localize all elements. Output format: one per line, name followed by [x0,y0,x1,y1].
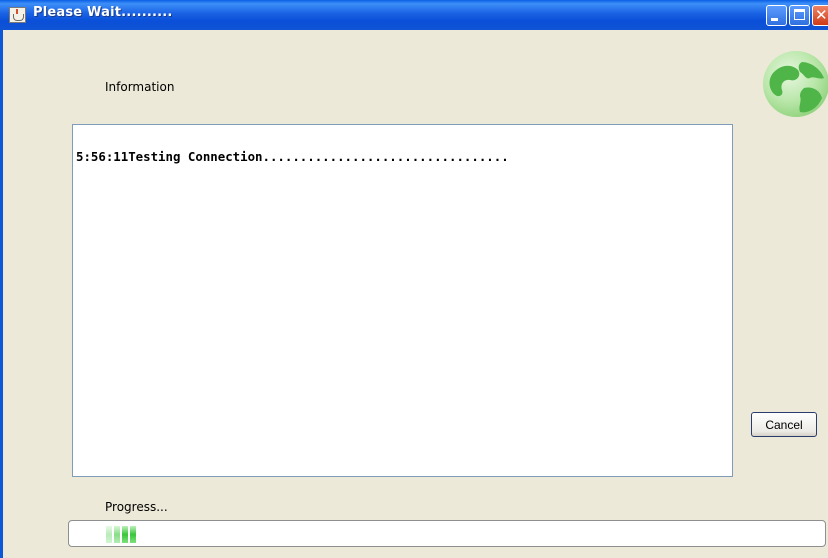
progress-bar [68,520,826,547]
information-label: Information [105,80,175,94]
minimize-icon [771,18,778,21]
progress-indicator [106,526,136,543]
log-line: 5:56:11Testing Connection...............… [76,149,509,164]
cancel-button[interactable]: Cancel [751,412,817,437]
title-bar[interactable]: Please Wait.......... ✕ [0,0,828,30]
globe-icon [763,51,828,117]
java-cup-icon[interactable] [9,7,26,23]
log-output[interactable]: 5:56:11Testing Connection...............… [72,124,733,477]
maximize-icon [794,9,805,20]
close-icon: ✕ [815,6,828,24]
maximize-button[interactable] [789,5,810,26]
progress-label: Progress... [105,500,168,514]
window-title: Please Wait.......... [33,5,173,20]
close-button[interactable]: ✕ [812,5,828,26]
minimize-button[interactable] [766,5,787,26]
window-border [0,30,3,558]
